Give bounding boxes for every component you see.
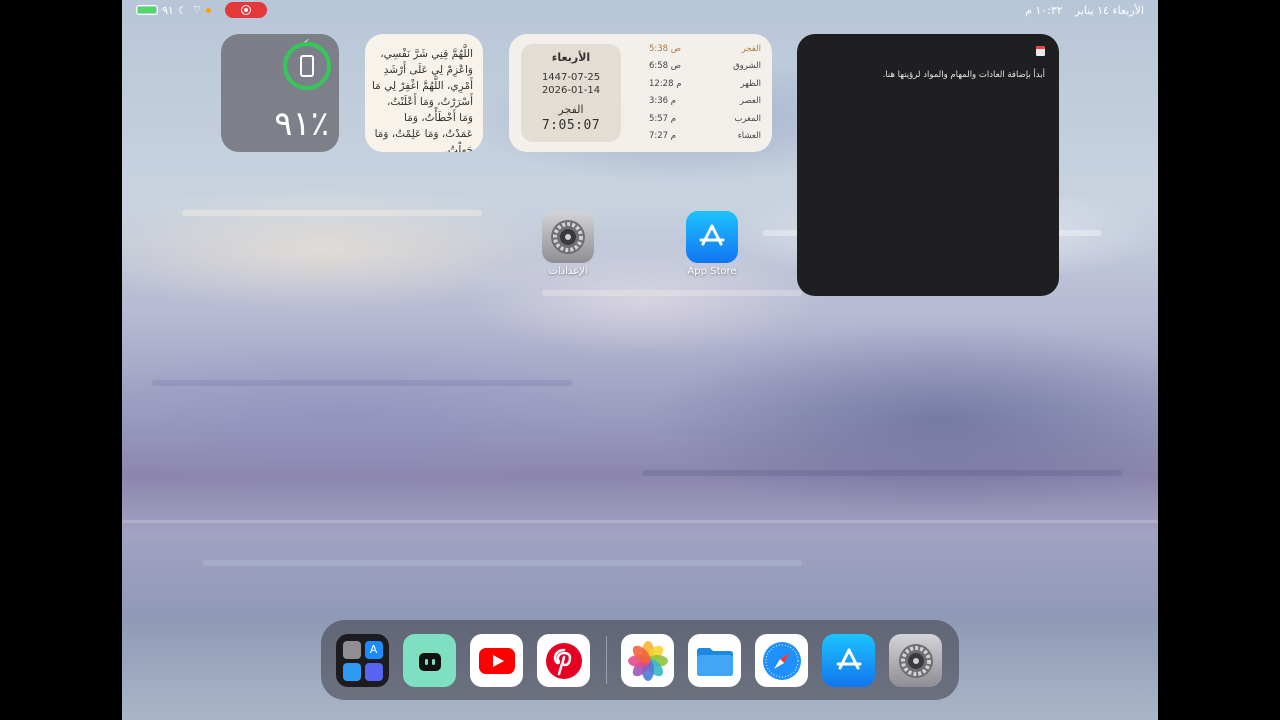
dock-folder[interactable]: A bbox=[336, 634, 389, 687]
gregorian-date: 2026-01-14 bbox=[541, 85, 601, 96]
prayer-row: 3:36 م العصر bbox=[649, 93, 761, 111]
prayer-time: 3:36 م bbox=[649, 96, 677, 107]
prayer-countdown: 7:05:07 bbox=[541, 118, 601, 133]
chatbot-icon bbox=[418, 652, 441, 671]
dua-text: اللَّهُمَّ قِنِي شَرَّ نَفْسِي، وَاعْزِم… bbox=[371, 48, 473, 152]
battery-ring bbox=[283, 42, 331, 90]
gear-icon bbox=[542, 211, 594, 263]
compass-icon bbox=[762, 641, 801, 680]
app-store-icon bbox=[836, 648, 861, 669]
discord-mini-icon bbox=[364, 662, 383, 681]
prayer-row: 12:28 م الظهر bbox=[649, 75, 761, 93]
dock: A bbox=[321, 620, 959, 700]
home-screen: ٩١ ☾ ⌔ الأربعاء ١٤ يناير ١٠:٣٢ م ⚡ ٩١٪ ا… bbox=[122, 0, 1158, 720]
prayer-row: 5:57 م المغرب bbox=[649, 110, 761, 128]
dock-youtube[interactable] bbox=[470, 634, 523, 687]
prayer-time: 12:28 م bbox=[649, 78, 682, 89]
prayer-time: 6:58 ص bbox=[649, 61, 682, 72]
app-app-store[interactable]: App Store bbox=[677, 211, 747, 277]
wallpaper-streak bbox=[542, 290, 802, 296]
habits-widget[interactable]: أبدأ بإضافة العادات والمهام والمواد لرؤي… bbox=[797, 34, 1059, 296]
files-folder-icon bbox=[696, 647, 733, 676]
battery-icon bbox=[136, 5, 158, 15]
iphone-icon bbox=[300, 55, 314, 77]
prayer-time: 5:38 ص bbox=[649, 43, 682, 54]
photos-icon bbox=[627, 640, 668, 681]
dock-chatbot[interactable] bbox=[403, 634, 456, 687]
wallpaper-streak bbox=[642, 470, 1122, 476]
prayer-name: العصر bbox=[739, 96, 761, 107]
wifi-icon: ⌔ bbox=[191, 3, 203, 16]
prayer-time: 7:27 م bbox=[649, 131, 677, 142]
dock-app-store[interactable] bbox=[822, 634, 875, 687]
dock-settings[interactable] bbox=[889, 634, 942, 687]
dock-pinterest[interactable] bbox=[537, 634, 590, 687]
prayer-name: الشروق bbox=[733, 61, 761, 72]
prayer-name: المغرب bbox=[734, 113, 761, 124]
settings-mini-icon bbox=[342, 640, 361, 659]
status-battery-percent: ٩١ bbox=[162, 3, 174, 17]
prayer-name: العشاء bbox=[737, 131, 761, 142]
dock-photos[interactable] bbox=[621, 634, 674, 687]
habits-empty-message: أبدأ بإضافة العادات والمهام والمواد لرؤي… bbox=[882, 70, 1045, 80]
status-date: الأربعاء ١٤ يناير bbox=[1074, 3, 1144, 17]
folder-icon: A bbox=[342, 640, 383, 681]
prayer-list: 5:38 ص الفجر 6:58 ص الشروق 12:28 م الظهر… bbox=[649, 40, 761, 145]
status-bar-right: الأربعاء ١٤ يناير ١٠:٣٢ م bbox=[1025, 2, 1144, 18]
pinterest-icon bbox=[545, 642, 582, 679]
dock-divider bbox=[606, 636, 607, 684]
app-settings[interactable]: الإعدادات bbox=[533, 211, 603, 277]
screen-recording-button[interactable] bbox=[225, 2, 268, 18]
prayer-row: 5:38 ص الفجر bbox=[649, 40, 761, 58]
status-time: ١٠:٣٢ م bbox=[1025, 3, 1063, 17]
app-store-icon bbox=[686, 211, 738, 263]
today-card: الأربعاء 1447-07-25 2026-01-14 الفجر 7:0… bbox=[521, 44, 621, 142]
horizon-line bbox=[122, 520, 1158, 523]
app-store-mini-icon: A bbox=[364, 640, 383, 659]
dock-safari[interactable] bbox=[755, 634, 808, 687]
prayer-name: الفجر bbox=[741, 43, 761, 54]
hijri-date: 1447-07-25 bbox=[541, 72, 601, 83]
prayer-name: الظهر bbox=[740, 78, 761, 89]
privacy-indicator bbox=[206, 7, 212, 13]
battery-percent: ٩١٪ bbox=[274, 104, 329, 144]
prayer-time: 5:57 م bbox=[649, 113, 677, 124]
wallpaper-streak bbox=[182, 210, 482, 216]
calendar-icon bbox=[1036, 46, 1045, 56]
day-name: الأربعاء bbox=[551, 51, 591, 64]
next-prayer-name: الفجر bbox=[558, 103, 584, 116]
files-mini-icon bbox=[342, 662, 361, 681]
battery-widget[interactable]: ⚡ ٩١٪ bbox=[221, 34, 339, 152]
app-label: App Store bbox=[687, 266, 737, 277]
dua-widget[interactable]: اللَّهُمَّ قِنِي شَرَّ نَفْسِي، وَاعْزِم… bbox=[365, 34, 483, 152]
wallpaper-streak bbox=[202, 560, 802, 566]
prayer-times-widget[interactable]: الأربعاء 1447-07-25 2026-01-14 الفجر 7:0… bbox=[509, 34, 772, 152]
prayer-row: 7:27 م العشاء bbox=[649, 128, 761, 146]
gear-icon bbox=[898, 643, 933, 678]
app-label: الإعدادات bbox=[548, 266, 588, 277]
wallpaper-streak bbox=[152, 380, 572, 386]
status-bar-left: ٩١ ☾ ⌔ bbox=[136, 2, 268, 18]
youtube-icon bbox=[478, 647, 515, 674]
moon-icon: ☾ bbox=[177, 3, 188, 17]
dock-files[interactable] bbox=[688, 634, 741, 687]
prayer-row: 6:58 ص الشروق bbox=[649, 58, 761, 76]
record-icon bbox=[241, 5, 252, 15]
